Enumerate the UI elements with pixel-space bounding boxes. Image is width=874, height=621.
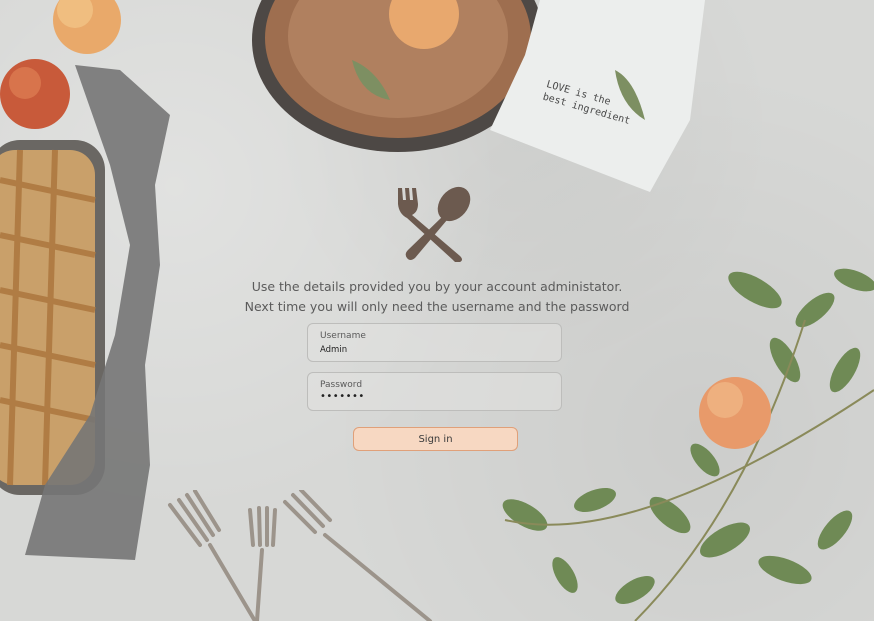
instructions-line: Use the details provided you by your acc… bbox=[251, 279, 623, 294]
instructions-text: Use the details provided you by your acc… bbox=[170, 277, 704, 317]
username-label: Username bbox=[320, 331, 366, 341]
instructions-line: Next time you will only need the usernam… bbox=[244, 299, 630, 314]
username-value: Admin bbox=[320, 345, 348, 355]
fork-and-spoon-icon bbox=[398, 186, 471, 262]
sign-in-button[interactable]: Sign in bbox=[353, 427, 518, 451]
password-field[interactable]: Password ••••••• bbox=[307, 372, 562, 411]
password-label: Password bbox=[320, 380, 363, 390]
username-field[interactable]: Username Admin bbox=[307, 323, 562, 362]
password-value: ••••••• bbox=[320, 391, 365, 402]
login-panel: Use the details provided you by your acc… bbox=[0, 0, 874, 621]
